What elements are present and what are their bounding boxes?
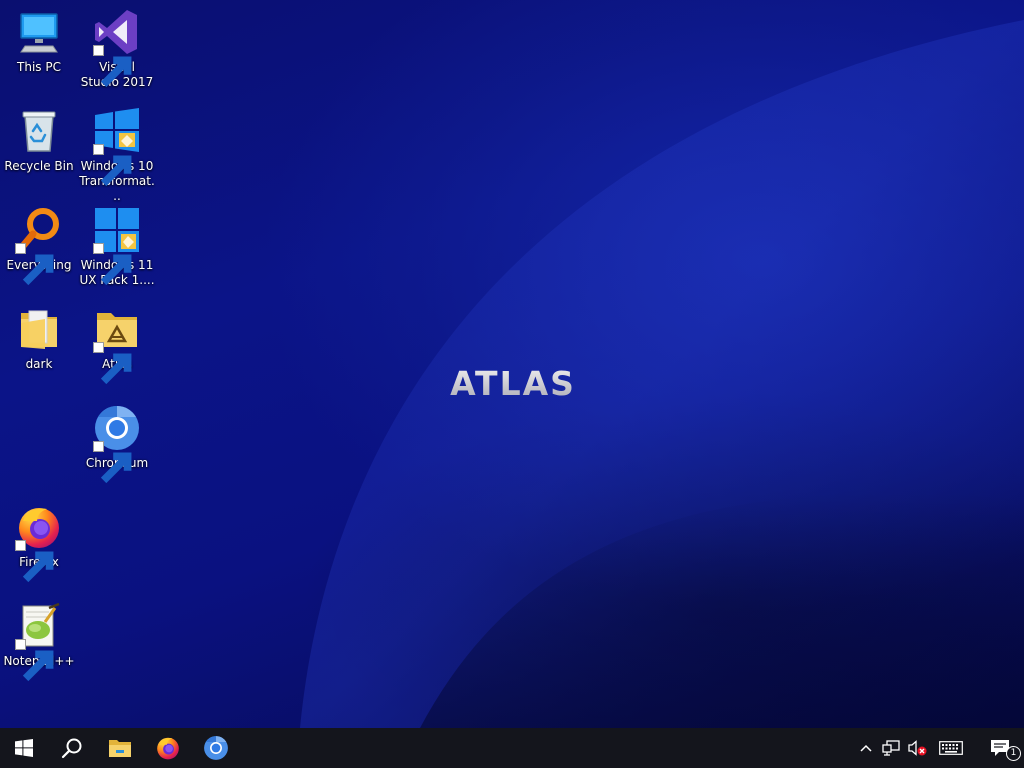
search-icon bbox=[61, 738, 82, 759]
chromium-icon bbox=[93, 404, 141, 484]
start-icon bbox=[15, 739, 33, 757]
firefox-icon bbox=[157, 737, 179, 760]
notification-count-badge: 1 bbox=[1006, 746, 1021, 761]
taskbar-file-explorer-button[interactable] bbox=[96, 728, 144, 768]
atlas-folder-icon bbox=[93, 305, 141, 385]
show-hidden-icons-button[interactable] bbox=[854, 728, 878, 768]
action-center-button[interactable]: 1 bbox=[976, 728, 1024, 768]
notepad-plus-plus-icon bbox=[15, 602, 63, 682]
shortcut-arrow-icon bbox=[93, 144, 132, 187]
taskbar: 1 bbox=[0, 728, 1024, 768]
firefox-icon bbox=[15, 503, 63, 583]
recycle-bin-icon bbox=[15, 107, 63, 155]
shortcut-arrow-icon bbox=[93, 243, 132, 286]
shortcut-arrow-icon bbox=[15, 243, 54, 286]
search-button[interactable] bbox=[48, 728, 96, 768]
volume-button[interactable] bbox=[904, 728, 932, 768]
file-explorer-icon bbox=[109, 740, 131, 757]
show-hidden-icons-chevron-icon bbox=[860, 744, 872, 752]
network-icon bbox=[882, 740, 900, 756]
svg-text:ATLAS: ATLAS bbox=[450, 364, 576, 403]
desktop-icon-windows-10-transformation[interactable]: Windows 10 Transformat... bbox=[79, 105, 155, 203]
taskbar-firefox-button[interactable] bbox=[144, 728, 192, 768]
desktop-icon-everything[interactable]: Everything bbox=[1, 204, 77, 296]
desktop-icon-label: Recycle Bin bbox=[4, 159, 74, 173]
desktop-icon-dark[interactable]: dark bbox=[1, 303, 77, 395]
desktop-icon-windows-11-ux-pack[interactable]: Windows 11 UX Pack 1.... bbox=[79, 204, 155, 296]
shortcut-arrow-icon bbox=[15, 639, 54, 682]
visual-studio-icon bbox=[93, 8, 141, 88]
shortcut-arrow-icon bbox=[15, 540, 54, 583]
shortcut-arrow-icon bbox=[93, 342, 132, 385]
taskbar-chromium-button[interactable] bbox=[192, 728, 240, 768]
desktop-icon-label: This PC bbox=[17, 60, 61, 74]
desktop-icon-atlas[interactable]: Atlas bbox=[79, 303, 155, 395]
desktop[interactable]: This PC Recycle Bin Everything dark Fire… bbox=[0, 0, 1024, 728]
desktop-icon-recycle-bin[interactable]: Recycle Bin bbox=[1, 105, 77, 197]
desktop-icon-this-pc[interactable]: This PC bbox=[1, 6, 77, 98]
desktop-icon-firefox[interactable]: Firefox bbox=[1, 501, 77, 593]
touch-keyboard-icon bbox=[939, 741, 963, 755]
everything-search-icon bbox=[15, 206, 63, 286]
this-pc-icon bbox=[15, 8, 63, 56]
volume-muted-icon bbox=[908, 740, 927, 756]
folder-icon bbox=[15, 305, 63, 353]
atlas-wallpaper-logo: ATLAS bbox=[450, 364, 576, 403]
desktop-icon-notepad-plus-plus[interactable]: Notepad++ bbox=[1, 600, 77, 692]
desktop-icon-chromium[interactable]: Chromium bbox=[79, 402, 155, 494]
chromium-icon bbox=[204, 736, 228, 760]
windows-11-ux-pack-icon bbox=[93, 206, 141, 286]
touch-keyboard-button[interactable] bbox=[932, 728, 970, 768]
desktop-icon-label: dark bbox=[25, 357, 53, 371]
system-tray: 1 bbox=[854, 728, 1024, 768]
shortcut-arrow-icon bbox=[93, 45, 132, 88]
start-button[interactable] bbox=[0, 728, 48, 768]
network-button[interactable] bbox=[878, 728, 904, 768]
shortcut-arrow-icon bbox=[93, 441, 132, 484]
windows-10-transformation-icon bbox=[93, 107, 141, 187]
desktop-icon-visual-studio[interactable]: Visual Studio 2017 bbox=[79, 6, 155, 98]
